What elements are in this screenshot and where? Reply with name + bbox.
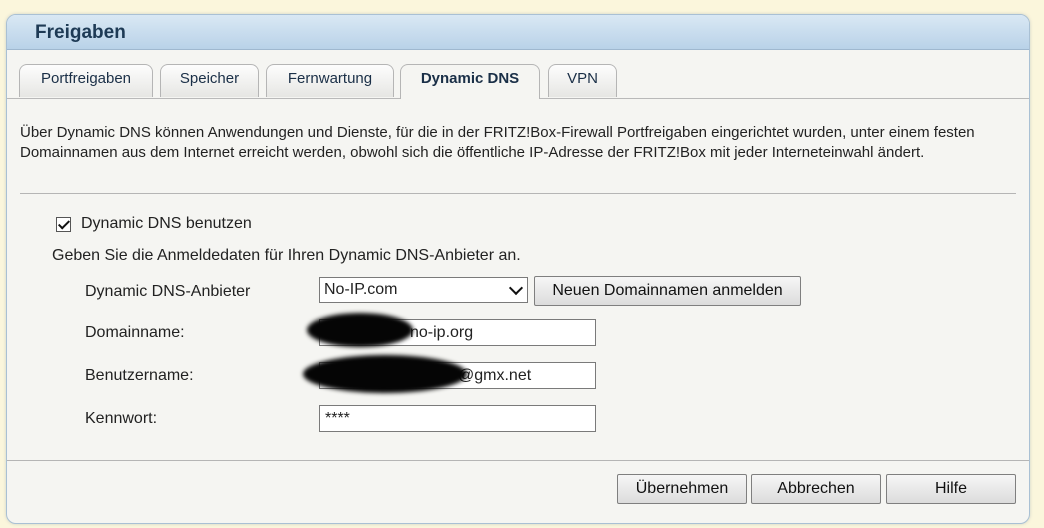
tab-dynamic-dns[interactable]: Dynamic DNS [400,64,540,99]
register-domain-button[interactable]: Neuen Domainnamen anmelden [534,276,801,306]
redaction-blot [307,313,413,347]
footer-divider [7,460,1029,461]
tab-portfreigaben[interactable]: Portfreigaben [19,64,153,97]
password-input-value: **** [325,410,350,427]
provider-select[interactable]: No-IP.com [319,277,528,303]
panel-title: Freigaben [35,22,126,43]
redaction-blot [303,355,467,393]
apply-button[interactable]: Übernehmen [617,474,747,504]
use-ddns-checkbox[interactable] [56,216,71,232]
use-ddns-row: Dynamic DNS benutzen [56,215,252,233]
password-label: Kennwort: [85,410,158,427]
tab-vpn[interactable]: VPN [548,64,617,97]
username-label: Benutzername: [85,367,194,384]
password-input[interactable]: **** [319,405,596,432]
cancel-button[interactable]: Abbrechen [751,474,881,504]
provider-label: Dynamic DNS-Anbieter [85,283,251,300]
panel-header [7,15,1029,50]
instruction-text: Geben Sie die Anmeldedaten für Ihren Dyn… [52,247,521,264]
help-button[interactable]: Hilfe [886,474,1016,504]
provider-select-value: No-IP.com [324,281,398,298]
username-input-value: @gmx.net [458,367,532,384]
domain-label: Domainname: [85,324,185,341]
chevron-down-icon [508,280,524,296]
tab-fernwartung[interactable]: Fernwartung [266,64,394,97]
section-divider [20,193,1016,194]
tab-speicher[interactable]: Speicher [160,64,259,97]
tab-bar: Portfreigaben Speicher Fernwartung Dynam… [7,50,1029,99]
freigaben-panel: Freigaben Portfreigaben Speicher Fernwar… [6,14,1030,524]
description-text: Über Dynamic DNS können Anwendungen und … [20,124,975,161]
domain-input-value: no-ip.org [410,324,474,341]
use-ddns-label: Dynamic DNS benutzen [81,215,252,232]
